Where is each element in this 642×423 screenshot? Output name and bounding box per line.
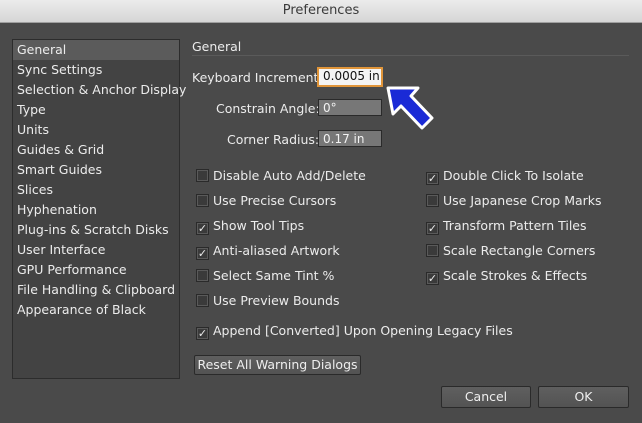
option-use-preview-bounds[interactable]: Use Preview Bounds [196,293,339,309]
checkbox-unchecked[interactable] [426,194,439,207]
option-double-click-to-isolate[interactable]: ✓ Double Click To Isolate [426,168,584,185]
checkbox-unchecked[interactable] [196,194,209,207]
corner-radius-label: Corner Radius: [227,132,320,147]
option-label: Append [Converted] Upon Opening Legacy F… [213,323,513,338]
option-label: Use Japanese Crop Marks [443,193,602,208]
option-show-tool-tips[interactable]: ✓ Show Tool Tips [196,218,305,235]
checkmark-icon[interactable]: ✓ [196,327,209,340]
preferences-sidebar: General Sync Settings Selection & Anchor… [12,39,186,379]
checkbox-unchecked[interactable] [426,244,439,257]
option-label: Disable Auto Add/Delete [213,168,366,183]
constrain-angle-label: Constrain Angle: [216,101,320,116]
section-title: General [192,39,242,54]
option-use-precise-cursors[interactable]: Use Precise Cursors [196,193,336,209]
sidebar-item-type[interactable]: Type [13,100,179,120]
keyboard-increment-label: Keyboard Increment: [192,70,323,85]
option-label: Scale Rectangle Corners [443,243,596,258]
checkmark-icon[interactable]: ✓ [426,172,439,185]
option-use-japanese-crop-marks[interactable]: Use Japanese Crop Marks [426,193,602,209]
option-label: Transform Pattern Tiles [443,218,587,233]
checkbox-unchecked[interactable] [196,169,209,182]
option-label: Use Precise Cursors [213,193,337,208]
sidebar-item-general[interactable]: General [13,40,179,60]
sidebar-item-sync-settings[interactable]: Sync Settings [13,60,179,80]
option-append-converted[interactable]: ✓ Append [Converted] Upon Opening Legacy … [196,323,513,340]
sidebar-item-hyphenation[interactable]: Hyphenation [13,200,179,220]
option-label: Scale Strokes & Effects [443,268,588,283]
sidebar-item-slices[interactable]: Slices [13,180,179,200]
sidebar-item-guides-grid[interactable]: Guides & Grid [13,140,179,160]
sidebar-item-user-interface[interactable]: User Interface [13,240,179,260]
checkmark-icon[interactable]: ✓ [426,222,439,235]
option-label: Double Click To Isolate [443,168,584,183]
sidebar-item-file-handling-clipboard[interactable]: File Handling & Clipboard [13,280,179,300]
checkmark-icon[interactable]: ✓ [196,247,209,260]
checkbox-unchecked[interactable] [196,269,209,282]
option-scale-rectangle-corners[interactable]: Scale Rectangle Corners [426,243,595,259]
sidebar-item-appearance-of-black[interactable]: Appearance of Black [13,300,179,320]
reset-warning-dialogs-button[interactable]: Reset All Warning Dialogs [194,355,361,375]
cancel-button[interactable]: Cancel [441,386,531,408]
option-transform-pattern-tiles[interactable]: ✓ Transform Pattern Tiles [426,218,587,235]
sidebar-item-units[interactable]: Units [13,120,179,140]
checkbox-unchecked[interactable] [196,294,209,307]
pointer-arrow-icon [386,86,434,130]
corner-radius-input[interactable]: 0.17 in [318,130,382,147]
sidebar-item-plugins-scratch-disks[interactable]: Plug-ins & Scratch Disks [13,220,179,240]
sidebar-item-selection-anchor-display[interactable]: Selection & Anchor Display [13,80,186,100]
option-anti-aliased-artwork[interactable]: ✓ Anti-aliased Artwork [196,243,340,260]
constrain-angle-input[interactable]: 0° [318,99,382,116]
option-label: Show Tool Tips [213,218,305,233]
option-label: Anti-aliased Artwork [213,243,340,258]
option-label: Use Preview Bounds [213,293,340,308]
keyboard-increment-input[interactable]: 0.0005 in [317,67,383,87]
sidebar-item-smart-guides[interactable]: Smart Guides [13,160,179,180]
checkmark-icon[interactable]: ✓ [426,272,439,285]
option-select-same-tint[interactable]: Select Same Tint % [196,268,334,284]
ok-button[interactable]: OK [538,386,629,408]
section-divider [192,55,629,56]
option-label: Select Same Tint % [213,268,335,283]
option-disable-auto-add-delete[interactable]: Disable Auto Add/Delete [196,168,366,184]
window-title: Preferences [0,0,642,23]
option-scale-strokes-effects[interactable]: ✓ Scale Strokes & Effects [426,268,588,285]
checkmark-icon[interactable]: ✓ [196,222,209,235]
sidebar-item-gpu-performance[interactable]: GPU Performance [13,260,179,280]
